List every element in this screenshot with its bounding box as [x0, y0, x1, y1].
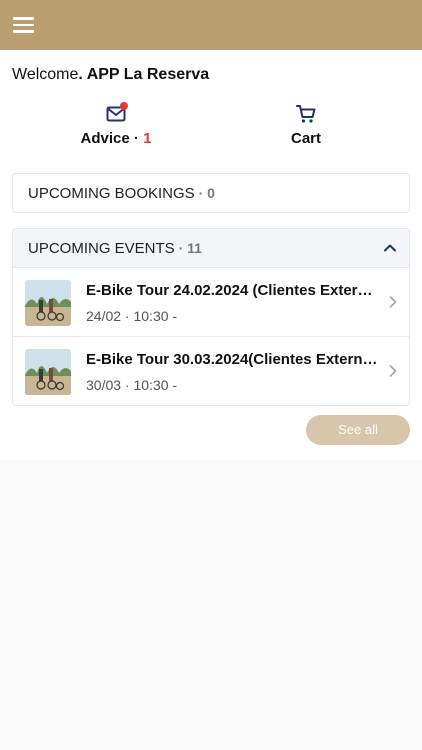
event-title: E-Bike Tour 30.03.2024(Clientes Externos…: [86, 351, 381, 368]
upcoming-events-card: UPCOMING EVENTS · 11 E-Bike Tour 24.02.2: [12, 228, 410, 406]
event-date-time: 30/03 · 10:30 -: [86, 377, 178, 393]
hamburger-menu-icon[interactable]: [12, 15, 36, 35]
events-count: 11: [187, 240, 202, 256]
event-title: E-Bike Tour 24.02.2024 (Clientes Externo…: [86, 282, 381, 299]
chevron-right-icon: [389, 365, 397, 377]
upcoming-bookings-card[interactable]: UPCOMING BOOKINGS · 0: [12, 173, 410, 213]
event-thumbnail: [25, 280, 71, 326]
chevron-up-icon[interactable]: [383, 241, 397, 255]
welcome-text: Welcome. APP La Reserva: [12, 66, 209, 84]
upcoming-events-header[interactable]: UPCOMING EVENTS · 11: [13, 229, 409, 268]
see-all-button[interactable]: See all: [306, 415, 410, 445]
event-date-time: 24/02 · 10:30 -: [86, 308, 178, 324]
upcoming-events-title: UPCOMING EVENTS · 11: [28, 240, 202, 257]
bookings-count: 0: [207, 185, 215, 201]
cart-label: Cart: [290, 130, 321, 147]
app-header: [0, 0, 422, 50]
advice-label: Advice · 1: [80, 130, 152, 147]
cart-button[interactable]: Cart: [226, 102, 386, 148]
event-thumbnail: [25, 349, 71, 395]
chevron-right-icon: [389, 296, 397, 308]
event-list-item[interactable]: E-Bike Tour 24.02.2024 (Clientes Externo…: [13, 268, 409, 337]
home-content: Welcome. APP La Reserva Advice · 1 Cart …: [0, 50, 422, 460]
event-list-item[interactable]: E-Bike Tour 30.03.2024(Clientes Externos…: [13, 337, 409, 406]
notification-dot: [120, 102, 128, 110]
welcome-prefix: Welcome: [12, 66, 79, 83]
advice-button[interactable]: Advice · 1: [36, 102, 196, 148]
advice-count: 1: [143, 130, 152, 147]
upcoming-bookings-header: UPCOMING BOOKINGS · 0: [28, 185, 215, 202]
shopping-cart-icon: [296, 105, 316, 123]
user-name: . APP La Reserva: [78, 66, 210, 83]
